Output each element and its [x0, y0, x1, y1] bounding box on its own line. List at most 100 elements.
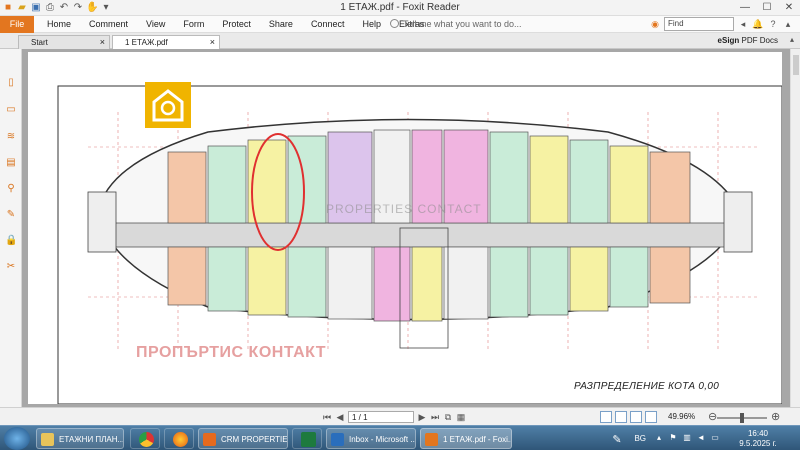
security-tray-icon[interactable]: ⚑ — [668, 433, 678, 443]
collapse-ribbon-icon[interactable]: ▴ — [782, 18, 794, 30]
chevron-up-icon[interactable]: ▴ — [790, 35, 794, 44]
comments-icon[interactable]: ▤ — [5, 157, 17, 169]
maximize-button[interactable]: ☐ — [756, 0, 778, 16]
clock-time: 16:40 — [747, 429, 769, 438]
windows-taskbar: ЕТАЖНИ ПЛАН... CRM PROPERTIES... Inbox -… — [0, 425, 800, 450]
crm-icon — [203, 433, 216, 446]
tab-form[interactable]: Form — [174, 16, 213, 33]
tab-start-label: Start — [31, 38, 48, 47]
find-input[interactable]: Find — [664, 17, 734, 31]
continuous-facing-view-icon[interactable] — [645, 411, 657, 423]
close-tab-icon[interactable]: × — [100, 36, 105, 49]
copy-view-icon[interactable]: ⧉ — [443, 412, 453, 423]
taskbar-item-foxit-label: 1 ЕТАЖ.pdf - Foxi... — [443, 435, 512, 444]
search-prev-icon[interactable]: ◂ — [737, 18, 749, 30]
zoom-slider[interactable] — [717, 413, 767, 423]
minimize-button[interactable]: — — [734, 0, 756, 16]
pen-tray-icon[interactable]: ✎ — [612, 433, 622, 446]
security-icon[interactable]: 🔒 — [5, 235, 17, 247]
excel-icon — [301, 432, 316, 447]
notification-icon[interactable]: 🔔 — [752, 18, 764, 30]
pages-panel-icon[interactable]: ▯ — [5, 77, 17, 89]
plan-caption: РАЗПРЕДЕЛЕНИЕ КОТА 0,00 — [574, 381, 720, 392]
document-viewport[interactable]: ПРОПЪРТИС КОНТАКТ РАЗПРЕДЕЛЕНИЕ КОТА 0,0… — [22, 49, 790, 407]
tab-start[interactable]: Start × — [18, 35, 110, 49]
file-menu-button[interactable]: File — [0, 16, 34, 33]
firefox-icon — [173, 432, 188, 447]
zoom-out-icon[interactable]: ⊖ — [708, 410, 717, 423]
tools-icon[interactable]: ✂ — [5, 261, 17, 273]
tab-view[interactable]: View — [137, 16, 174, 33]
scrollbar-thumb[interactable] — [793, 55, 799, 75]
esign-brand: eSign — [717, 36, 740, 45]
thumbnail-view-icon[interactable]: ▦ — [456, 412, 466, 423]
tab-document-label: 1 ЕТАЖ.pdf — [125, 38, 168, 47]
vertical-scrollbar[interactable] — [790, 49, 800, 407]
clock-date: 9.5.2025 г. — [739, 439, 777, 448]
company-logo — [145, 82, 191, 128]
window-title: 1 ЕТАЖ.pdf - Foxit Reader — [340, 2, 460, 13]
watermark-text: ПРОПЪРТИС КОНТАКТ — [136, 344, 327, 361]
esign-label: PDF Docs — [741, 36, 778, 45]
start-button[interactable] — [4, 427, 30, 450]
search-options-icon[interactable]: ◉ — [649, 18, 661, 30]
single-page-view-icon[interactable] — [600, 411, 612, 423]
continuous-view-icon[interactable] — [615, 411, 627, 423]
ribbon-menu: File Home Comment View Form Protect Shar… — [0, 16, 800, 33]
attachments-icon[interactable]: ⚲ — [5, 183, 17, 195]
help-icon[interactable]: ? — [767, 18, 779, 30]
taskbar-item-outlook-label: Inbox - Microsoft ... — [349, 435, 416, 444]
lightbulb-icon — [390, 19, 399, 28]
taskbar-item-chrome[interactable] — [130, 428, 160, 449]
outlook-icon — [331, 433, 344, 446]
taskbar-item-outlook[interactable]: Inbox - Microsoft ... — [326, 428, 416, 449]
network-icon[interactable]: ▥ — [682, 433, 692, 443]
page-number-input[interactable]: 1 / 1 — [348, 411, 414, 423]
action-center-icon[interactable]: ▭ — [710, 433, 720, 443]
navigation-panel: ▯ ▭ ≋ ▤ ⚲ ✎ 🔒 ✂ — [0, 49, 22, 407]
taskbar-item-excel[interactable] — [292, 428, 322, 449]
pdf-page: ПРОПЪРТИС КОНТАКТ РАЗПРЕДЕЛЕНИЕ КОТА 0,0… — [28, 52, 783, 405]
last-page-icon[interactable]: ⏭ — [430, 412, 440, 423]
house-logo-icon — [152, 89, 184, 122]
tab-connect[interactable]: Connect — [302, 16, 354, 33]
status-bar: ⏮ ◀ 1 / 1 ▶ ⏭ ⧉ ▦ 49.96% ⊖ ⊕ — [0, 407, 800, 425]
close-tab-icon[interactable]: × — [210, 36, 215, 49]
signatures-icon[interactable]: ✎ — [5, 209, 17, 221]
tell-me-placeholder: Tell me what you want to do... — [403, 19, 522, 29]
volume-icon[interactable]: ◄ — [696, 433, 706, 443]
system-tray: ✎ BG ▴ ⚑ ▥ ◄ ▭ 16:40 9.5.2025 г. — [596, 428, 796, 449]
esign-button[interactable]: eSign PDF Docs — [718, 35, 778, 47]
tab-home[interactable]: Home — [38, 16, 80, 33]
tab-document[interactable]: 1 ЕТАЖ.pdf × — [112, 35, 220, 49]
chrome-icon — [139, 432, 154, 447]
document-tabs-bar: Start × 1 ЕТАЖ.pdf × eSign PDF Docs ▴ — [0, 33, 800, 49]
taskbar-item-crm[interactable]: CRM PROPERTIES... — [198, 428, 288, 449]
taskbar-item-folder[interactable]: ЕТАЖНИ ПЛАН... — [36, 428, 124, 449]
tell-me-search[interactable]: Tell me what you want to do... — [390, 16, 522, 33]
title-bar: ■ ▰ ▣ ⎙ ↶ ↷ ✋ ▾ 1 ЕТАЖ.pdf - Foxit Reade… — [0, 0, 800, 16]
prev-page-icon[interactable]: ◀ — [335, 412, 345, 423]
first-page-icon[interactable]: ⏮ — [322, 412, 332, 423]
close-button[interactable]: ✕ — [778, 0, 800, 16]
show-hidden-icons-icon[interactable]: ▴ — [654, 433, 664, 443]
layers-icon[interactable]: ≋ — [5, 131, 17, 143]
center-watermark: PROPERTIES CONTACT — [326, 202, 482, 216]
taskbar-item-folder-label: ЕТАЖНИ ПЛАН... — [59, 435, 124, 444]
zoom-in-icon[interactable]: ⊕ — [771, 410, 780, 423]
foxit-icon — [425, 433, 438, 446]
next-page-icon[interactable]: ▶ — [417, 412, 427, 423]
facing-view-icon[interactable] — [630, 411, 642, 423]
zoom-slider-knob[interactable] — [740, 413, 744, 423]
tab-share[interactable]: Share — [260, 16, 302, 33]
zoom-value[interactable]: 49.96% — [668, 412, 695, 421]
language-indicator[interactable]: BG — [634, 434, 646, 443]
taskbar-item-crm-label: CRM PROPERTIES... — [221, 435, 288, 444]
tab-protect[interactable]: Protect — [213, 16, 260, 33]
tab-help[interactable]: Help — [353, 16, 390, 33]
clock[interactable]: 16:40 9.5.2025 г. — [738, 429, 778, 449]
taskbar-item-firefox[interactable] — [164, 428, 194, 449]
tab-comment[interactable]: Comment — [80, 16, 137, 33]
taskbar-item-foxit[interactable]: 1 ЕТАЖ.pdf - Foxi... — [420, 428, 512, 449]
bookmarks-icon[interactable]: ▭ — [5, 104, 17, 116]
